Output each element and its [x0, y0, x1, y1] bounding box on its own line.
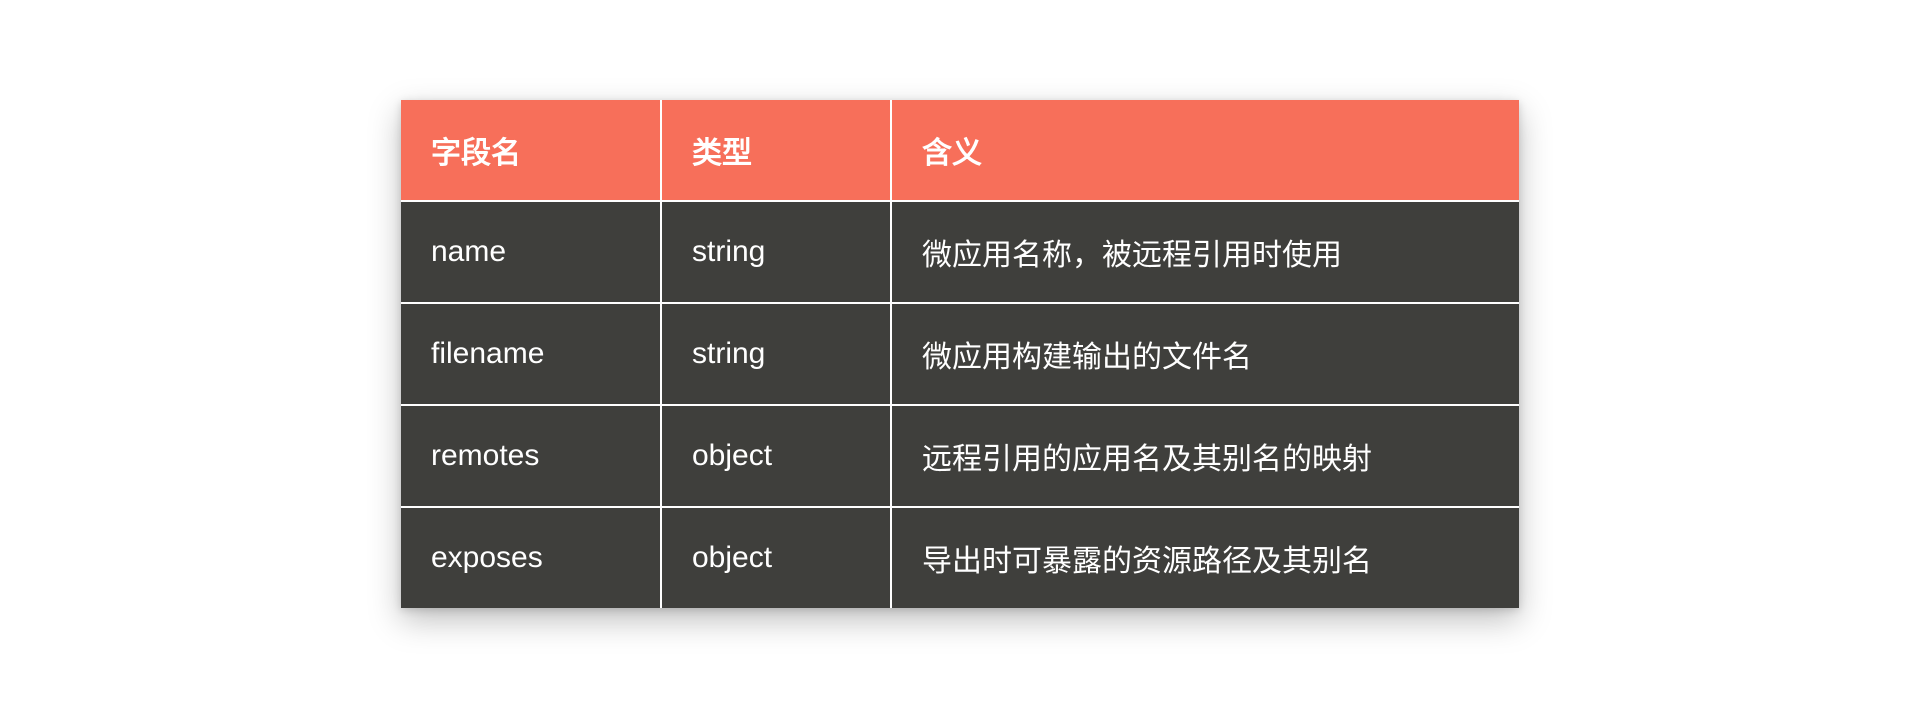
- cell-type: object: [661, 405, 891, 507]
- table-row: name string 微应用名称，被远程引用时使用: [401, 201, 1519, 303]
- header-type: 类型: [661, 100, 891, 201]
- cell-type: string: [661, 303, 891, 405]
- cell-field: exposes: [401, 507, 661, 608]
- cell-desc: 导出时可暴露的资源路径及其别名: [891, 507, 1519, 608]
- table-header-row: 字段名 类型 含义: [401, 100, 1519, 201]
- cell-field: name: [401, 201, 661, 303]
- cell-desc: 微应用构建输出的文件名: [891, 303, 1519, 405]
- cell-field: filename: [401, 303, 661, 405]
- config-fields-table-wrapper: 字段名 类型 含义 name string 微应用名称，被远程引用时使用 fil…: [401, 100, 1519, 608]
- table-row: exposes object 导出时可暴露的资源路径及其别名: [401, 507, 1519, 608]
- config-fields-table: 字段名 类型 含义 name string 微应用名称，被远程引用时使用 fil…: [401, 100, 1519, 608]
- header-desc: 含义: [891, 100, 1519, 201]
- cell-desc: 远程引用的应用名及其别名的映射: [891, 405, 1519, 507]
- cell-type: object: [661, 507, 891, 608]
- cell-type: string: [661, 201, 891, 303]
- cell-field: remotes: [401, 405, 661, 507]
- table-row: remotes object 远程引用的应用名及其别名的映射: [401, 405, 1519, 507]
- table-row: filename string 微应用构建输出的文件名: [401, 303, 1519, 405]
- cell-desc: 微应用名称，被远程引用时使用: [891, 201, 1519, 303]
- header-field: 字段名: [401, 100, 661, 201]
